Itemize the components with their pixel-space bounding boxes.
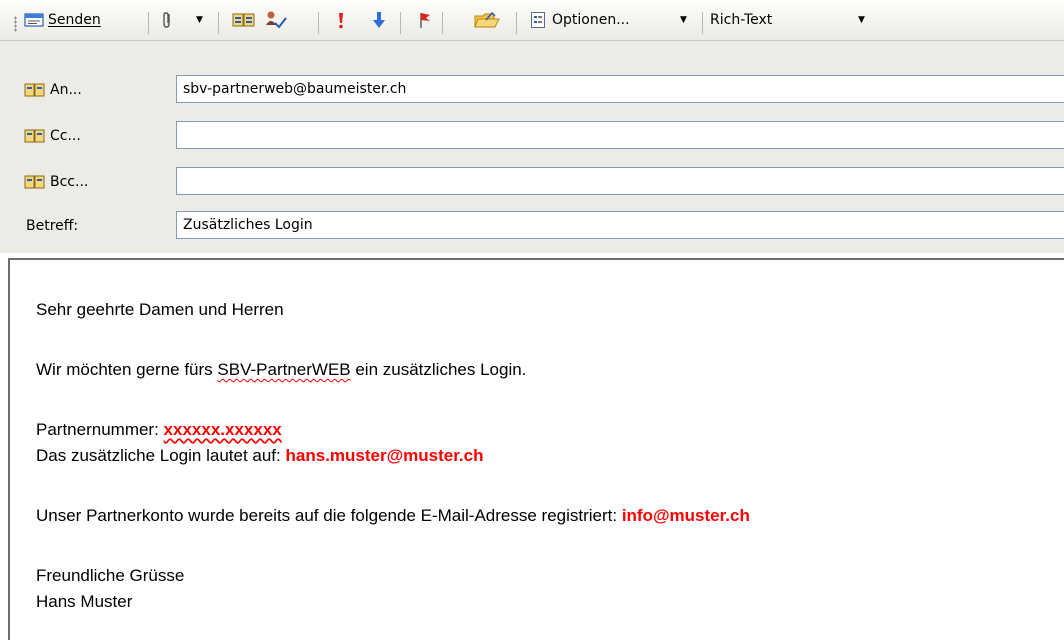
account-email: info@muster.ch (621, 506, 750, 525)
high-importance-icon (339, 13, 343, 29)
greeting-line: Sehr geehrte Damen und Herren (36, 300, 284, 319)
address-book-button[interactable] (232, 0, 256, 40)
to-button[interactable]: An... (24, 75, 174, 105)
closing-line: Freundliche Grüsse (36, 566, 185, 585)
intro-text-end: ein zusätzliches Login. (350, 360, 527, 379)
toolbar-separator (218, 12, 219, 34)
subject-field[interactable]: Zusätzliches Login (176, 211, 1064, 239)
flag-button[interactable] (418, 0, 432, 40)
login-email: hans.muster@muster.ch (285, 446, 484, 465)
login-label: Das zusätzliche Login lautet auf: (36, 446, 286, 465)
chevron-down-icon: ▼ (858, 15, 865, 25)
bcc-row: Bcc... (0, 167, 1064, 199)
toolbar-separator (516, 12, 517, 34)
attach-button[interactable] (160, 0, 174, 40)
check-names-button[interactable] (264, 0, 288, 40)
format-value: Rich-Text (710, 12, 773, 28)
address-book-icon (24, 129, 45, 143)
options-label: Optionen... (552, 12, 630, 28)
check-names-icon (266, 11, 287, 29)
signature-line: Hans Muster (36, 592, 133, 611)
send-icon (24, 13, 44, 27)
partner-line: Partnernummer: xxxxxx.xxxxxx (36, 420, 282, 440)
intro-text: Wir möchten gerne fürs (36, 360, 218, 379)
chevron-down-icon: ▼ (196, 15, 203, 25)
cc-label: Cc... (50, 128, 81, 144)
bcc-field[interactable] (176, 167, 1064, 195)
low-importance-icon (373, 12, 385, 28)
chevron-down-icon: ▼ (680, 15, 687, 25)
cc-field[interactable] (176, 121, 1064, 149)
address-book-icon (232, 13, 255, 27)
bcc-label: Bcc... (50, 174, 89, 190)
toolbar-grip[interactable] (14, 16, 17, 32)
toolbar-separator (148, 12, 149, 34)
toolbar-separator (442, 12, 443, 34)
intro-line: Wir möchten gerne fürs SBV-PartnerWEB ei… (36, 360, 526, 380)
flag-icon (420, 13, 430, 28)
to-field[interactable]: sbv-partnerweb@baumeister.ch (176, 75, 1064, 103)
brand-name: SBV-PartnerWEB (217, 360, 351, 379)
toolbar-separator (702, 12, 703, 34)
options-dropdown[interactable]: ▼ (680, 0, 687, 40)
low-importance-button[interactable] (372, 0, 386, 40)
message-header: An... sbv-partnerweb@baumeister.ch Cc... (0, 41, 1064, 253)
options-icon (531, 12, 545, 28)
login-line: Das zusätzliche Login lautet auf: hans.m… (36, 446, 483, 466)
message-body[interactable]: Sehr geehrte Damen und Herren Wir möchte… (8, 258, 1064, 640)
partner-number: xxxxxx.xxxxxx (163, 420, 282, 439)
format-select[interactable]: Rich-Text ▼ (710, 0, 874, 40)
subject-row: Betreff: Zusätzliches Login (0, 211, 1064, 243)
high-importance-button[interactable] (336, 0, 346, 40)
toolbar-separator (400, 12, 401, 34)
attach-icon (163, 12, 170, 28)
account-line: Unser Partnerkonto wurde bereits auf die… (36, 506, 750, 526)
folder-icon (474, 11, 500, 28)
address-book-icon (24, 83, 45, 97)
folder-button[interactable] (474, 0, 500, 40)
cc-button[interactable]: Cc... (24, 121, 174, 151)
bcc-button[interactable]: Bcc... (24, 167, 174, 197)
subject-label: Betreff: (26, 218, 79, 234)
options-button[interactable]: Optionen... (530, 0, 630, 40)
to-label: An... (50, 82, 82, 98)
toolbar-separator (318, 12, 319, 34)
send-label: Senden (48, 12, 101, 28)
address-book-icon (24, 175, 45, 189)
account-label: Unser Partnerkonto wurde bereits auf die… (36, 506, 622, 525)
to-row: An... sbv-partnerweb@baumeister.ch (0, 75, 1064, 107)
partner-label: Partnernummer: (36, 420, 164, 439)
cc-row: Cc... (0, 121, 1064, 153)
send-button[interactable]: Senden (24, 0, 101, 40)
toolbar: Senden ▼ Optionen... ▼ Rich-Text ▼ (0, 0, 1064, 41)
attach-dropdown[interactable]: ▼ (196, 0, 203, 40)
